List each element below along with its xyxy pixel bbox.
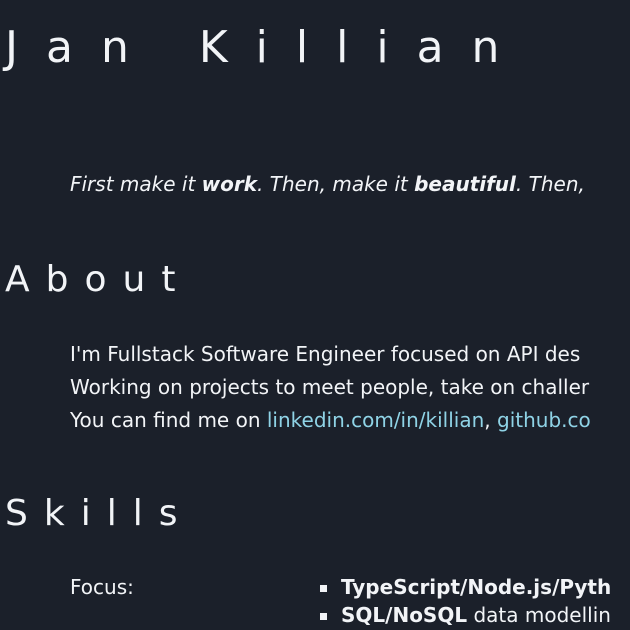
- quote-text-2: . Then, make it: [257, 172, 415, 196]
- tagline-quote: First make it work. Then, make it beauti…: [70, 170, 585, 198]
- skills-heading: Skills: [5, 493, 194, 534]
- quote-bold-beautiful: beautiful: [414, 172, 516, 196]
- page-title: Jan Killian: [5, 22, 528, 73]
- linkedin-link[interactable]: linkedin.com/in/killian: [267, 408, 484, 432]
- about-line-3: You can find me on linkedin.com/in/killi…: [70, 404, 591, 437]
- focus-list: TypeScript/Node.js/Pyth SQL/NoSQL data m…: [320, 573, 611, 629]
- quote-text-3: . Then,: [515, 172, 585, 196]
- quote-bold-work: work: [201, 172, 258, 196]
- page: Jan Killian First make it work. Then, ma…: [0, 0, 630, 630]
- focus-item: SQL/NoSQL data modellin: [320, 601, 611, 629]
- focus-item-rest: data modellin: [467, 603, 611, 627]
- square-bullet-icon: [320, 613, 327, 620]
- square-bullet-icon: [320, 585, 327, 592]
- link-separator: ,: [484, 408, 497, 432]
- about-heading: About: [5, 259, 192, 300]
- focus-item-bold: TypeScript/Node.js/Pyth: [341, 575, 612, 599]
- focus-label: Focus:: [70, 575, 134, 599]
- about-line-2: Working on projects to meet people, take…: [70, 375, 590, 399]
- about-line-1: I'm Fullstack Software Engineer focused …: [70, 342, 581, 366]
- focus-item-bold: SQL/NoSQL: [341, 603, 468, 627]
- quote-text-1: First make it: [70, 172, 202, 196]
- about-line-3-prefix: You can find me on: [70, 408, 267, 432]
- about-text: I'm Fullstack Software Engineer focused …: [70, 338, 591, 437]
- github-link[interactable]: github.co: [497, 408, 591, 432]
- focus-item: TypeScript/Node.js/Pyth: [320, 573, 611, 601]
